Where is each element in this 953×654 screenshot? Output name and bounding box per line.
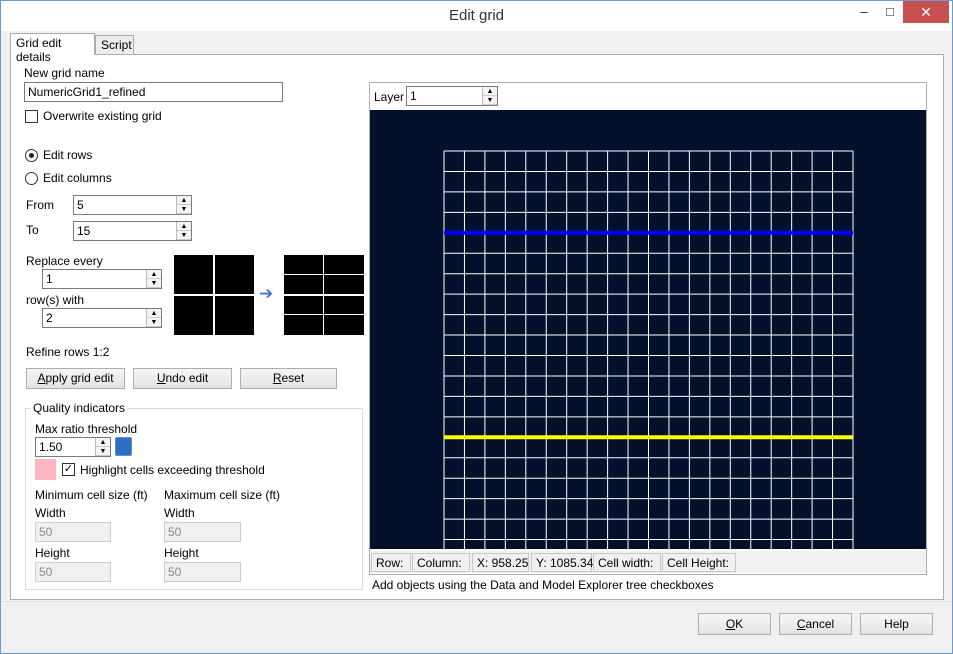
min-height-label: Height [35, 546, 70, 560]
status-row: Row: [371, 553, 411, 572]
max-height-label: Height [164, 546, 199, 560]
edit-columns-radio[interactable] [25, 172, 38, 185]
refresh-icon[interactable] [115, 437, 132, 456]
rows-with-spinner[interactable]: 2 ▲ ▼ [42, 308, 162, 328]
highlight-checkbox[interactable]: ✓ [62, 463, 75, 476]
tab-script[interactable]: Script [95, 35, 134, 55]
edit-grid-window: Edit grid ‒ □ ✕ Grid edit details Script… [0, 0, 953, 654]
maximize-button[interactable]: □ [877, 1, 903, 23]
close-button[interactable]: ✕ [903, 1, 949, 23]
replace-every-label: Replace every [26, 254, 103, 268]
help-button[interactable]: Help [860, 613, 933, 635]
refine-summary: Refine rows 1:2 [26, 345, 110, 359]
status-cell-width: Cell width: [593, 553, 661, 572]
footer-separator [1, 601, 952, 602]
spin-down-icon[interactable]: ▼ [147, 279, 161, 288]
from-spinner[interactable]: 5 ▲ ▼ [73, 195, 192, 215]
from-value: 5 [77, 198, 84, 212]
spin-up-icon[interactable]: ▲ [177, 196, 191, 205]
max-ratio-spinner[interactable]: 1.50 ▲ ▼ [35, 437, 111, 457]
viewer-hint: Add objects using the Data and Model Exp… [372, 578, 714, 592]
min-width-field: 50 [35, 522, 111, 542]
apply-grid-edit-button[interactable]: Apply grid edit [26, 368, 125, 389]
rows-with-value: 2 [46, 311, 53, 325]
max-height-field: 50 [164, 562, 241, 582]
refine-preview-after [284, 255, 364, 335]
max-ratio-value: 1.50 [39, 440, 63, 454]
to-label: To [26, 223, 39, 237]
spin-down-icon[interactable]: ▼ [483, 96, 497, 105]
spin-down-icon[interactable]: ▼ [147, 318, 161, 327]
spin-up-icon[interactable]: ▲ [147, 309, 161, 318]
new-grid-name-label: New grid name [24, 66, 105, 80]
rows-with-label: row(s) with [26, 293, 85, 307]
grid-drawing [443, 150, 854, 549]
max-ratio-label: Max ratio threshold [35, 422, 138, 436]
spin-down-icon[interactable]: ▼ [177, 231, 191, 240]
max-width-field: 50 [164, 522, 241, 542]
layer-value: 1 [410, 89, 417, 103]
overwrite-label: Overwrite existing grid [43, 109, 162, 123]
min-width-label: Width [35, 506, 66, 520]
minimize-button[interactable]: ‒ [851, 1, 877, 23]
max-cell-size-label: Maximum cell size (ft) [164, 488, 281, 502]
edit-rows-radio[interactable] [25, 149, 38, 162]
layer-spinner[interactable]: 1 ▲ ▼ [406, 86, 498, 106]
quality-indicators-title: Quality indicators [31, 401, 128, 415]
status-y: Y: 1085.34 [531, 553, 593, 572]
edit-columns-label: Edit columns [43, 171, 112, 185]
spin-up-icon[interactable]: ▲ [177, 222, 191, 231]
layer-label: Layer [374, 90, 405, 104]
status-x: X: 958.25 [472, 553, 529, 572]
spin-up-icon[interactable]: ▲ [96, 438, 110, 447]
spin-up-icon[interactable]: ▲ [147, 270, 161, 279]
new-grid-name-input[interactable]: NumericGrid1_refined [24, 82, 283, 102]
title-bar: Edit grid ‒ □ ✕ [1, 1, 952, 31]
min-height-field: 50 [35, 562, 111, 582]
highlight-label: Highlight cells exceeding threshold [80, 463, 265, 477]
to-spinner[interactable]: 15 ▲ ▼ [73, 221, 192, 241]
overwrite-checkbox[interactable] [25, 110, 38, 123]
window-title: Edit grid [448, 7, 505, 24]
from-label: From [26, 198, 54, 212]
edit-rows-label: Edit rows [43, 148, 93, 162]
viewer-status-bar: Row: Column: X: 958.25 Y: 1085.34 Cell w… [370, 551, 926, 573]
status-cell-height: Cell Height: [662, 553, 736, 572]
ok-button[interactable]: OK [698, 613, 771, 635]
to-value: 15 [77, 224, 91, 238]
min-cell-size-label: Minimum cell size (ft) [35, 488, 148, 502]
spin-up-icon[interactable]: ▲ [483, 87, 497, 96]
max-width-label: Width [164, 506, 195, 520]
tab-grid-edit-details[interactable]: Grid edit details [10, 33, 95, 64]
grid-canvas[interactable] [370, 110, 926, 549]
spin-down-icon[interactable]: ▼ [177, 205, 191, 214]
refine-preview-before [174, 255, 254, 335]
status-column: Column: [412, 553, 470, 572]
replace-every-value: 1 [46, 272, 53, 286]
highlight-color-swatch[interactable] [35, 459, 56, 480]
arrow-right-icon: ➔ [259, 284, 274, 303]
replace-every-spinner[interactable]: 1 ▲ ▼ [42, 269, 162, 289]
cancel-button[interactable]: Cancel [779, 613, 852, 635]
spin-down-icon[interactable]: ▼ [96, 447, 110, 456]
reset-button[interactable]: Reset [240, 368, 337, 389]
undo-edit-button[interactable]: Undo edit [133, 368, 232, 389]
